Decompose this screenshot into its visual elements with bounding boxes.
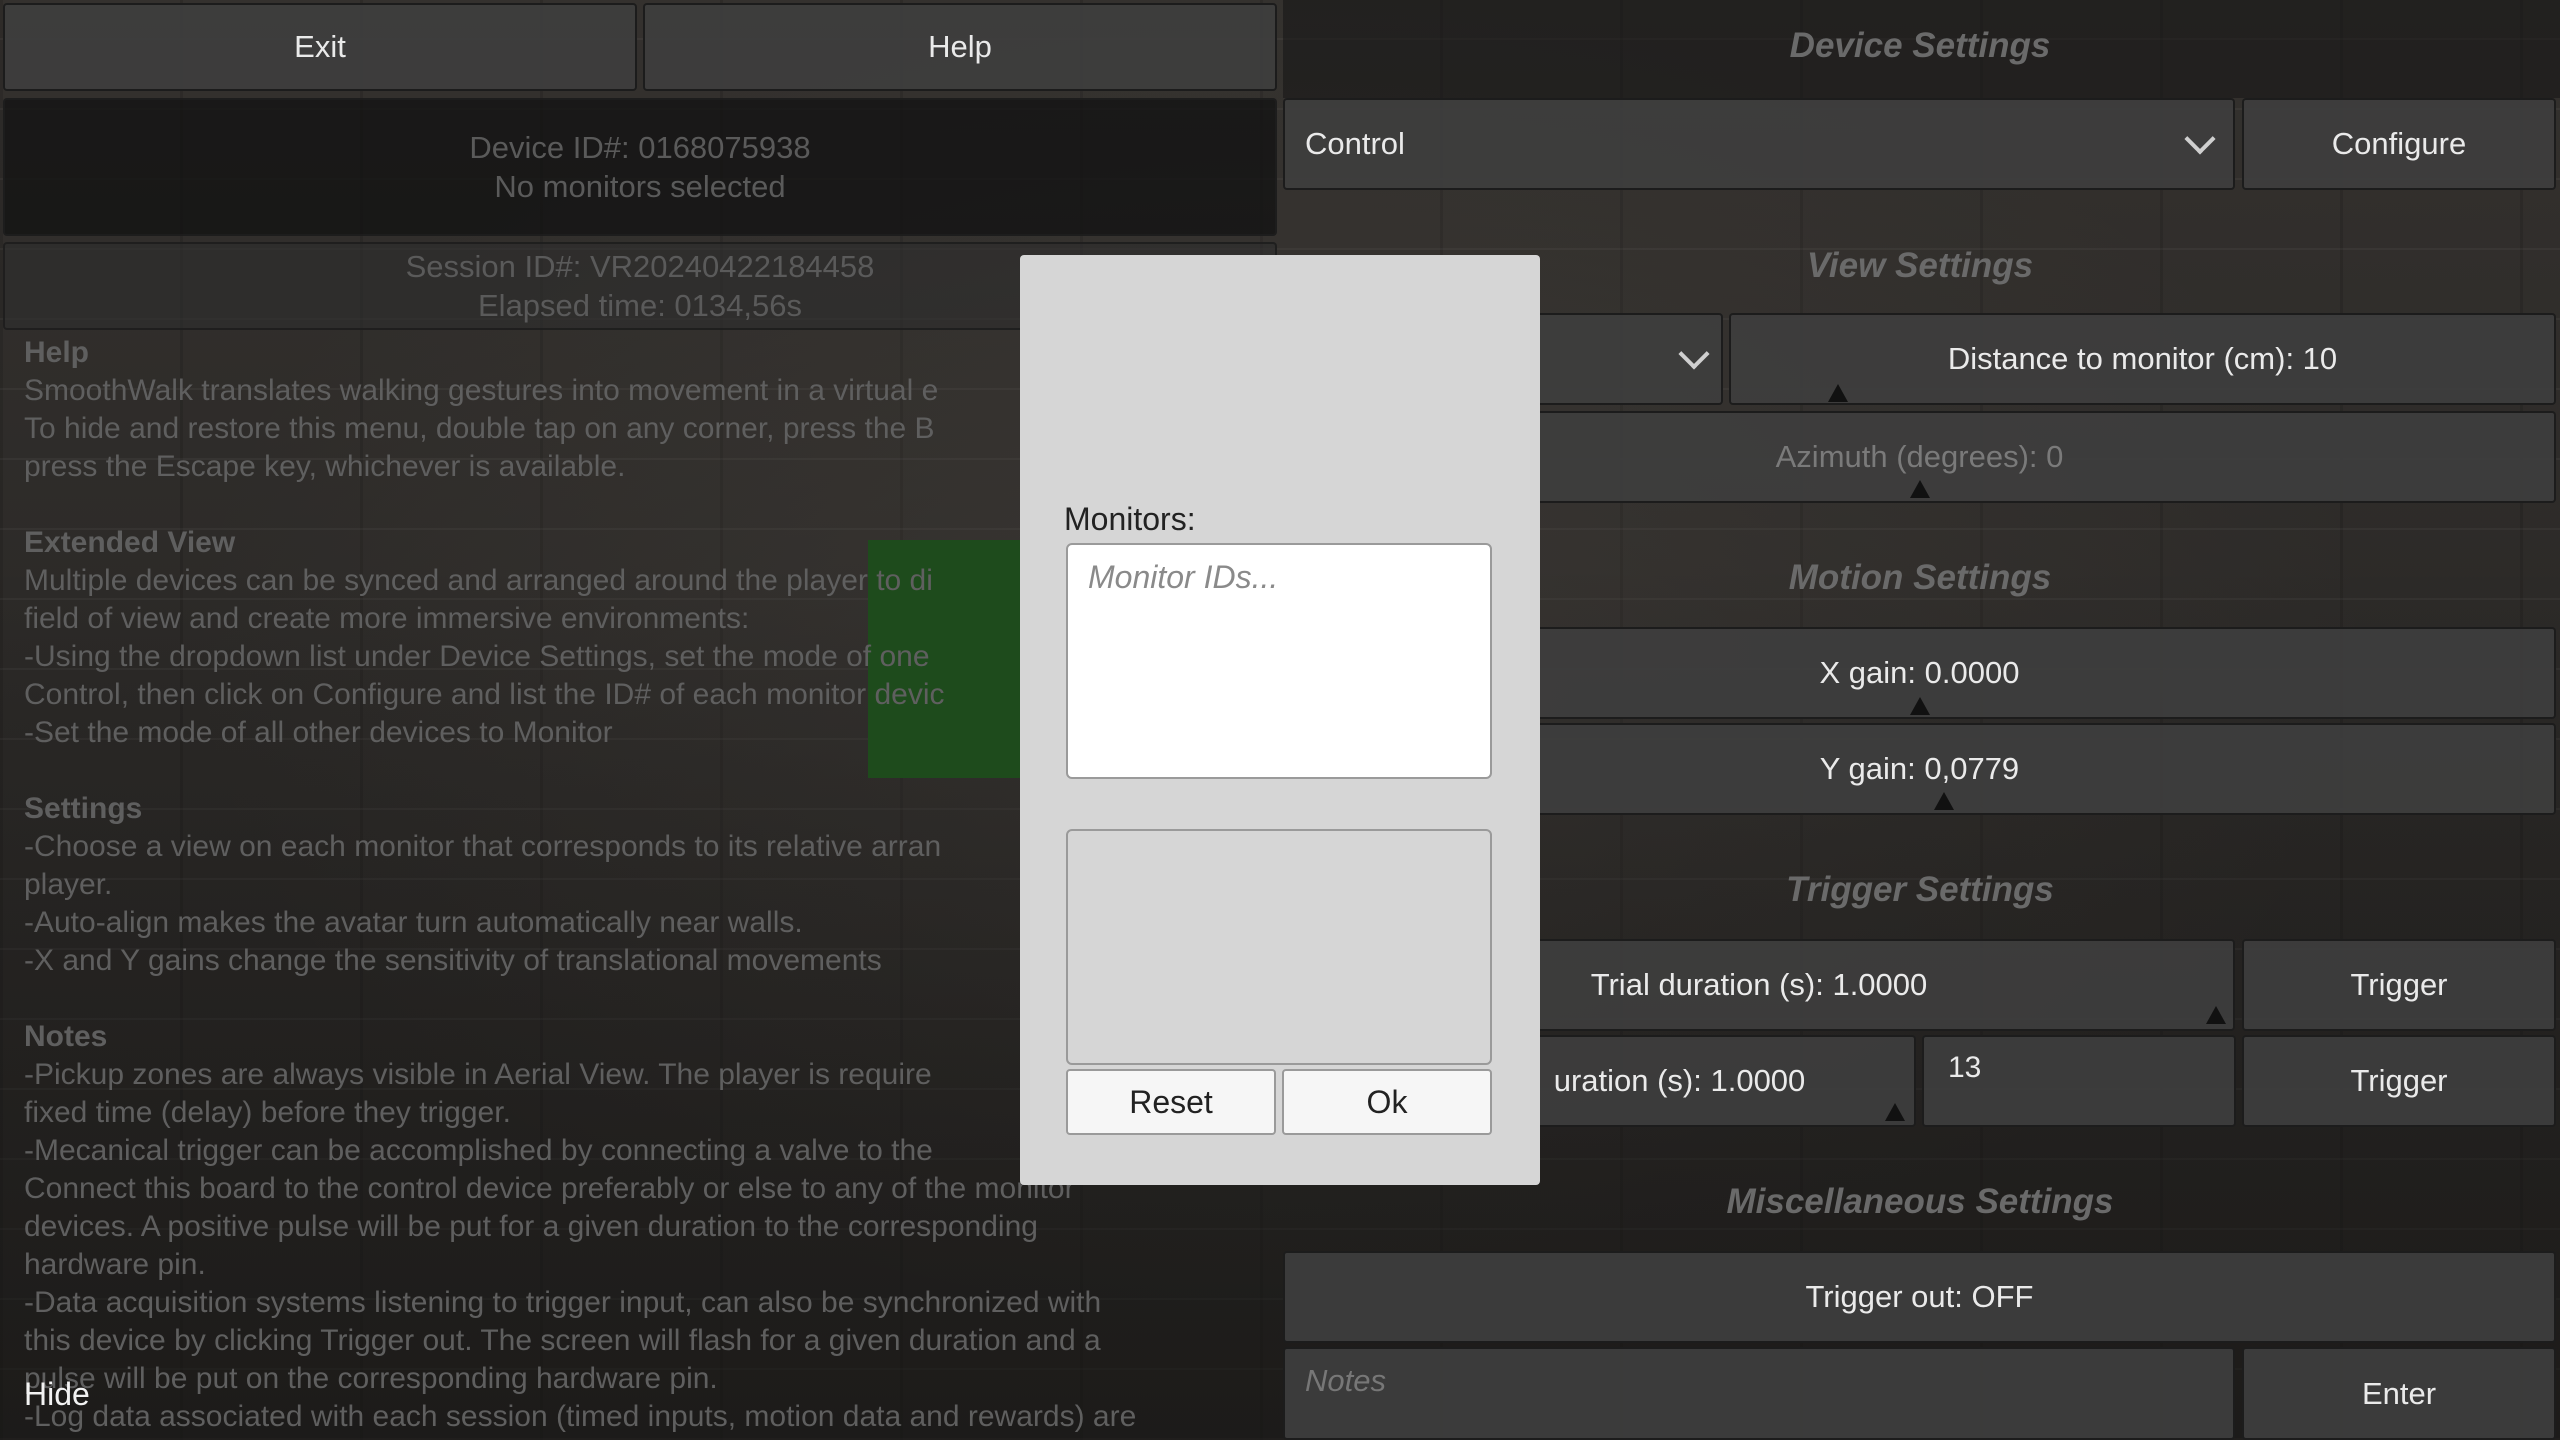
monitors-label: Monitors: <box>1064 501 1196 537</box>
azimuth-label: Azimuth (degrees): 0 <box>1775 439 2064 474</box>
device-mode-dropdown[interactable]: Control <box>1283 98 2235 190</box>
help-line: this device by clicking Trigger out. The… <box>24 1324 1101 1357</box>
device-info-panel: Device ID#: 0168075938 No monitors selec… <box>3 98 1277 236</box>
device-settings-title: Device Settings <box>1789 26 2051 65</box>
help-button[interactable]: Help <box>643 3 1277 91</box>
chevron-down-icon <box>1678 338 1710 370</box>
session-id-text: Session ID#: VR20240422184458 <box>405 249 875 284</box>
monitor-list-box <box>1066 829 1492 1065</box>
notes-placeholder: Notes <box>1305 1363 1386 1398</box>
enter-button[interactable]: Enter <box>2242 1347 2556 1440</box>
device-id-text: Device ID#: 0168075938 <box>469 130 811 165</box>
pin-value: 13 <box>1948 1051 1982 1084</box>
device-mode-value: Control <box>1305 126 1405 161</box>
trigger-button-1[interactable]: Trigger <box>2242 939 2556 1031</box>
x-gain-slider-handle[interactable] <box>1910 697 1930 715</box>
trigger-out-button[interactable]: Trigger out: OFF <box>1283 1251 2556 1343</box>
pin-input[interactable]: 13 <box>1922 1035 2236 1127</box>
azimuth-slider-handle[interactable] <box>1910 480 1930 498</box>
help-line: devices. A positive pulse will be put fo… <box>24 1210 1038 1243</box>
trigger-button-2[interactable]: Trigger <box>2242 1035 2556 1127</box>
distance-slider[interactable]: Distance to monitor (cm): 10 <box>1729 313 2556 405</box>
notes-input[interactable]: Notes <box>1283 1347 2235 1440</box>
trial-duration-label: Trial duration (s): 1.0000 <box>1590 967 1928 1002</box>
distance-label: Distance to monitor (cm): 10 <box>1947 341 2338 376</box>
help-line: -Log data associated with each session (… <box>24 1400 1137 1433</box>
help-line: -Data acquisition systems listening to t… <box>24 1286 1102 1319</box>
y-gain-slider-handle[interactable] <box>1934 792 1954 810</box>
help-line: hardware pin. <box>24 1248 206 1281</box>
hide-button[interactable]: Hide <box>24 1376 90 1413</box>
elapsed-time-text: Elapsed time: 0134,56s <box>478 288 802 323</box>
distance-slider-handle[interactable] <box>1828 384 1848 402</box>
trial-duration-slider-handle[interactable] <box>2206 1006 2226 1024</box>
second-duration-label: uration (s): 1.0000 <box>1553 1063 1806 1098</box>
reset-button[interactable]: Reset <box>1066 1069 1276 1135</box>
ok-button[interactable]: Ok <box>1282 1069 1492 1135</box>
help-line: pulse will be put on the corresponding h… <box>24 1362 718 1395</box>
monitors-dialog: Monitors: Monitor IDs... Reset Ok <box>1020 255 1540 1185</box>
monitor-ids-placeholder: Monitor IDs... <box>1088 559 1279 595</box>
misc-settings-title: Miscellaneous Settings <box>1726 1182 2114 1221</box>
exit-button[interactable]: Exit <box>3 3 637 91</box>
configure-button[interactable]: Configure <box>2242 98 2556 190</box>
x-gain-label: X gain: 0.0000 <box>1819 655 2020 690</box>
second-duration-slider-handle[interactable] <box>1885 1103 1905 1121</box>
y-gain-label: Y gain: 0,0779 <box>1819 751 2020 786</box>
monitors-status-text: No monitors selected <box>494 169 786 204</box>
monitor-ids-input[interactable]: Monitor IDs... <box>1066 543 1492 779</box>
chevron-down-icon <box>2184 123 2216 155</box>
